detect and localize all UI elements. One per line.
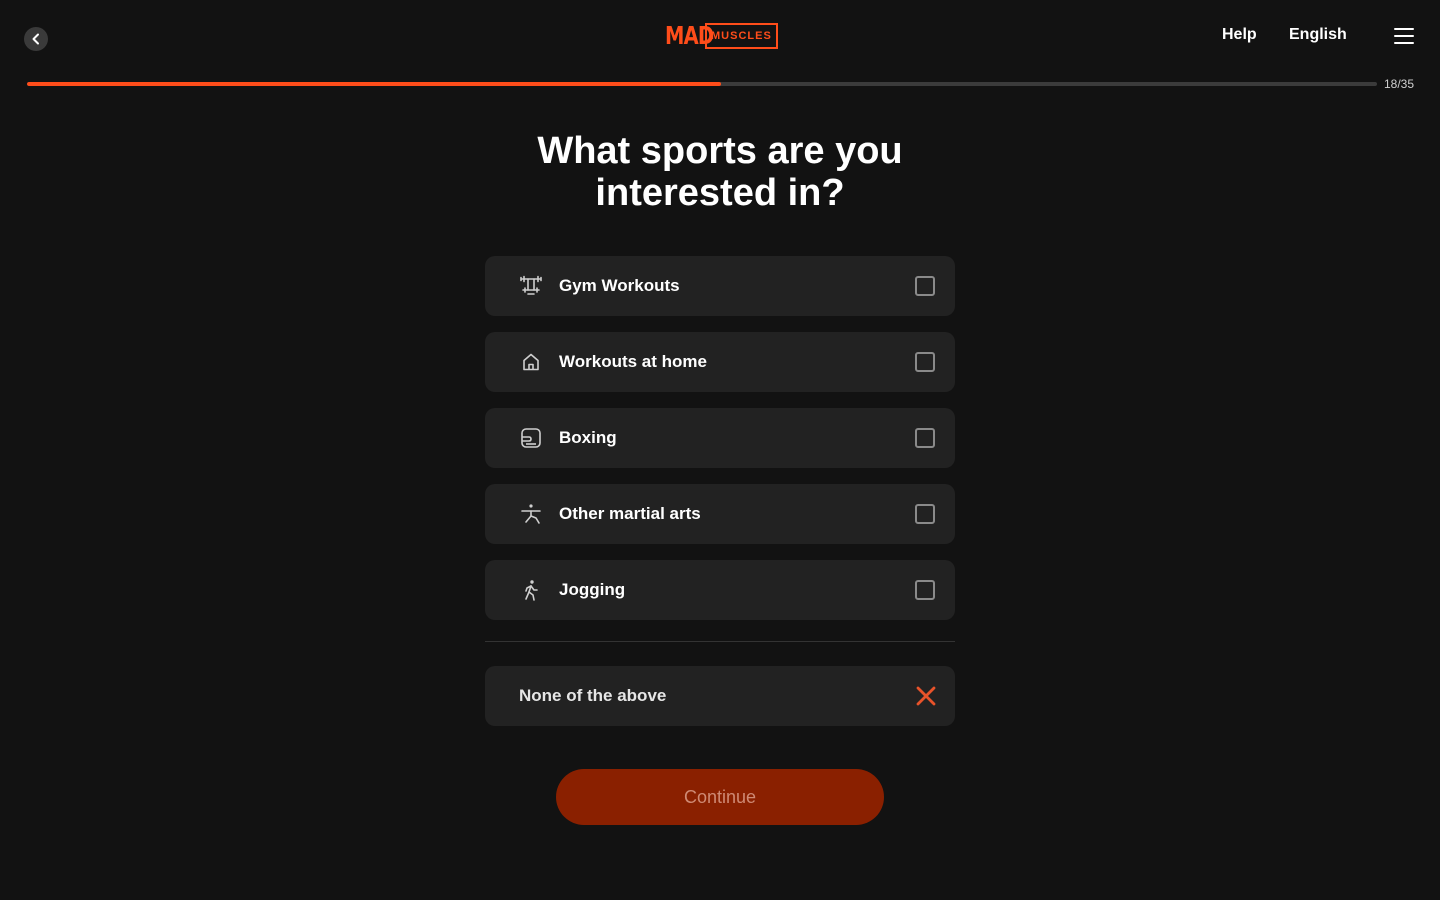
logo-muscles-text: MUSCLES (705, 23, 778, 49)
option-checkbox[interactable] (915, 504, 935, 524)
option-jogging[interactable]: Jogging (485, 560, 955, 620)
progress-counter: 18/35 (1384, 77, 1415, 91)
option-label: Gym Workouts (559, 276, 680, 295)
option-none-of-the-above[interactable]: None of the above (485, 666, 955, 726)
options-divider (485, 641, 955, 642)
option-checkbox[interactable] (915, 580, 935, 600)
option-other-martial-arts[interactable]: Other martial arts (485, 484, 955, 544)
boxing-glove-icon (519, 427, 543, 449)
chevron-left-icon (32, 33, 39, 45)
option-boxing[interactable]: Boxing (485, 408, 955, 468)
question-title: What sports are you interested in? (537, 130, 903, 214)
hamburger-menu-icon[interactable] (1394, 28, 1414, 44)
language-selector[interactable]: English (1289, 26, 1347, 44)
option-label: Other martial arts (559, 504, 701, 523)
option-workouts-at-home[interactable]: Workouts at home (485, 332, 955, 392)
progress-bar (27, 82, 1377, 86)
barbell-icon (519, 275, 543, 297)
running-icon (519, 579, 543, 601)
back-button[interactable] (24, 27, 48, 51)
option-checkbox[interactable] (915, 276, 935, 296)
option-label: Boxing (559, 428, 617, 447)
option-label: Workouts at home (559, 352, 707, 371)
option-gym-workouts[interactable]: Gym Workouts (485, 256, 955, 316)
home-icon (519, 351, 543, 373)
option-label: Jogging (559, 580, 626, 599)
options-list: Gym Workouts Workouts at home Boxing Oth… (485, 256, 955, 636)
martial-arts-icon (519, 503, 543, 525)
option-checkbox[interactable] (915, 352, 935, 372)
logo-mad-text: MAD (665, 21, 714, 50)
quiz-page: MAD MUSCLES Help English 18/35 What spor… (0, 0, 1440, 900)
option-label: None of the above (519, 686, 667, 705)
continue-button[interactable]: Continue (556, 769, 884, 825)
help-link[interactable]: Help (1222, 26, 1257, 44)
progress-bar-fill (27, 82, 721, 86)
brand-logo[interactable]: MAD MUSCLES (665, 22, 778, 50)
close-icon (916, 686, 936, 706)
option-checkbox[interactable] (915, 428, 935, 448)
